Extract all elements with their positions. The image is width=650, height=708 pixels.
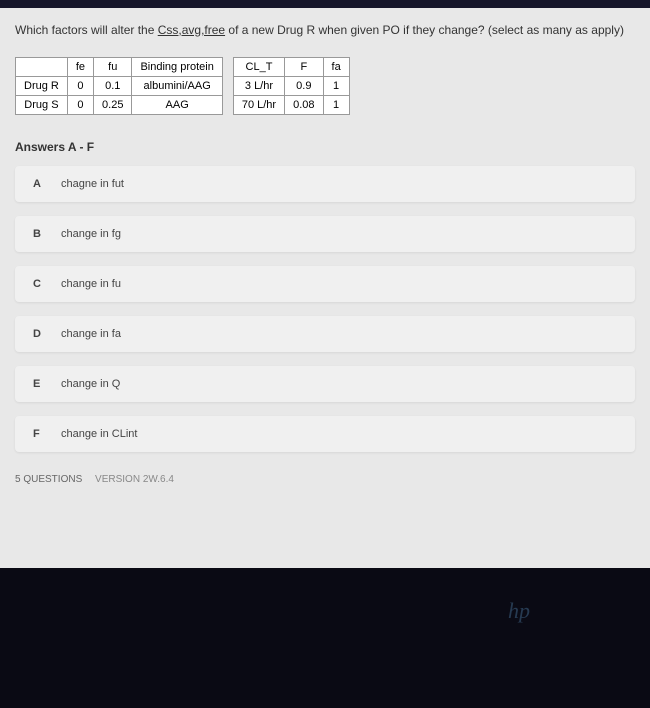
table-cell: AAG bbox=[132, 96, 222, 115]
hp-logo: hp bbox=[508, 598, 530, 624]
table-cell: 1 bbox=[323, 77, 349, 96]
table-header: fe bbox=[67, 58, 93, 77]
question-text: Which factors will alter the Css,avg,fre… bbox=[15, 18, 635, 42]
table-header: F bbox=[285, 58, 323, 77]
table-row: 3 L/hr 0.9 1 bbox=[233, 77, 349, 96]
answer-text: change in Q bbox=[61, 378, 120, 390]
answer-letter: D bbox=[33, 328, 47, 340]
table-cell: Drug R bbox=[16, 77, 68, 96]
table-cell: 1 bbox=[323, 96, 349, 115]
answer-option-e[interactable]: E change in Q bbox=[15, 366, 635, 402]
answer-option-f[interactable]: F change in CLint bbox=[15, 416, 635, 452]
table-cell: 0.1 bbox=[94, 77, 132, 96]
table-cell: 0 bbox=[67, 77, 93, 96]
answer-option-a[interactable]: A chagne in fut bbox=[15, 166, 635, 202]
table-cell: 3 L/hr bbox=[233, 77, 284, 96]
table-row: fe fu Binding protein bbox=[16, 58, 223, 77]
footer-bar: 5 QUESTIONS VERSION 2W.6.4 bbox=[15, 466, 635, 485]
table-row: Drug S 0 0.25 AAG bbox=[16, 96, 223, 115]
table-cell: 70 L/hr bbox=[233, 96, 284, 115]
answer-option-c[interactable]: C change in fu bbox=[15, 266, 635, 302]
table-cell: 0 bbox=[67, 96, 93, 115]
tables-row: fe fu Binding protein Drug R 0 0.1 album… bbox=[15, 57, 635, 115]
answer-letter: F bbox=[33, 428, 47, 440]
table-row: CL_T F fa bbox=[233, 58, 349, 77]
table-header: fa bbox=[323, 58, 349, 77]
quiz-viewport: Which factors will alter the Css,avg,fre… bbox=[0, 8, 650, 568]
table-header: fu bbox=[94, 58, 132, 77]
drug-table-1: fe fu Binding protein Drug R 0 0.1 album… bbox=[15, 57, 223, 115]
table-header bbox=[16, 58, 68, 77]
table-row: Drug R 0 0.1 albumini/AAG bbox=[16, 77, 223, 96]
top-dark-bar bbox=[0, 0, 650, 8]
table-cell: Drug S bbox=[16, 96, 68, 115]
answer-letter: B bbox=[33, 228, 47, 240]
answer-text: change in fa bbox=[61, 328, 121, 340]
table-header: CL_T bbox=[233, 58, 284, 77]
answers-header: Answers A - F bbox=[15, 140, 635, 154]
question-suffix: of a new Drug R when given PO if they ch… bbox=[225, 23, 624, 37]
drug-table-2: CL_T F fa 3 L/hr 0.9 1 70 L/hr 0.08 1 bbox=[233, 57, 350, 115]
laptop-bezel: hp bbox=[0, 568, 650, 708]
table-cell: 0.08 bbox=[285, 96, 323, 115]
question-prefix: Which factors will alter the bbox=[15, 23, 158, 37]
table-cell: 0.25 bbox=[94, 96, 132, 115]
answer-text: change in fu bbox=[61, 278, 121, 290]
answer-option-d[interactable]: D change in fa bbox=[15, 316, 635, 352]
answer-letter: A bbox=[33, 178, 47, 190]
answer-letter: E bbox=[33, 378, 47, 390]
answer-text: chagne in fut bbox=[61, 178, 124, 190]
table-cell: 0.9 bbox=[285, 77, 323, 96]
answer-text: change in CLint bbox=[61, 428, 137, 440]
table-header: Binding protein bbox=[132, 58, 222, 77]
table-cell: albumini/AAG bbox=[132, 77, 222, 96]
answer-text: change in fg bbox=[61, 228, 121, 240]
answer-option-b[interactable]: B change in fg bbox=[15, 216, 635, 252]
question-underlined: Css,avg,free bbox=[158, 23, 225, 37]
table-row: 70 L/hr 0.08 1 bbox=[233, 96, 349, 115]
version-label: VERSION 2W.6.4 bbox=[95, 474, 174, 485]
questions-count: 5 QUESTIONS bbox=[15, 474, 82, 485]
answer-letter: C bbox=[33, 278, 47, 290]
